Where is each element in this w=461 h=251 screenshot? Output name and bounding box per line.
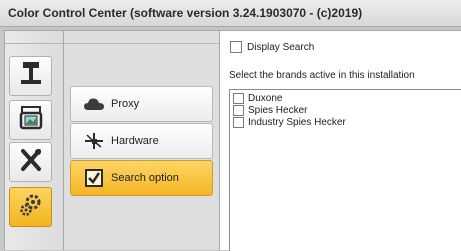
brands-title: Select the brands active in this install… [229, 70, 415, 81]
checkbox-checked-icon [79, 169, 109, 187]
nav-proxy-button[interactable]: Proxy [70, 86, 213, 122]
title-bar: Color Control Center (software version 3… [0, 0, 461, 27]
brands-list[interactable]: Duxone Spies Hecker Industry Spies Hecke… [229, 89, 461, 251]
brand-label: Spies Hecker [248, 105, 308, 116]
nav-search-option-button[interactable]: Search option [70, 160, 213, 196]
sidebar-monitor-button[interactable] [9, 56, 52, 96]
brand-checkbox[interactable] [233, 105, 244, 116]
brand-item-duxone[interactable]: Duxone [233, 93, 282, 104]
display-search-label: Display Search [247, 41, 315, 53]
nav-hardware-label: Hardware [111, 135, 159, 147]
search-option-panel: Display Search Select the brands active … [220, 30, 461, 251]
sidebar-header [5, 31, 63, 44]
submenu-header [64, 31, 219, 44]
monitor-station-icon [18, 60, 44, 93]
sidebar-settings-button[interactable] [9, 187, 52, 227]
printer-image-icon [18, 104, 44, 137]
brand-checkbox[interactable] [233, 93, 244, 104]
gears-icon [18, 191, 44, 224]
brand-item-industry-spies-hecker[interactable]: Industry Spies Hecker [233, 117, 346, 128]
sidebar-printer-button[interactable] [9, 100, 52, 140]
sidebar-tools-button[interactable] [9, 142, 52, 182]
window-title: Color Control Center (software version 3… [8, 6, 363, 20]
nav-hardware-button[interactable]: Hardware [70, 123, 213, 159]
cloud-icon [79, 97, 109, 111]
brand-checkbox[interactable] [233, 117, 244, 128]
tools-icon [18, 146, 44, 179]
display-search-checkbox[interactable] [230, 41, 242, 53]
brand-label: Industry Spies Hecker [248, 117, 346, 128]
network-icon [79, 132, 109, 150]
nav-search-option-label: Search option [111, 172, 179, 184]
brand-label: Duxone [248, 93, 283, 104]
nav-proxy-label: Proxy [111, 98, 140, 110]
display-search-row[interactable]: Display Search [230, 41, 314, 53]
brand-item-spies-hecker[interactable]: Spies Hecker [233, 105, 307, 116]
